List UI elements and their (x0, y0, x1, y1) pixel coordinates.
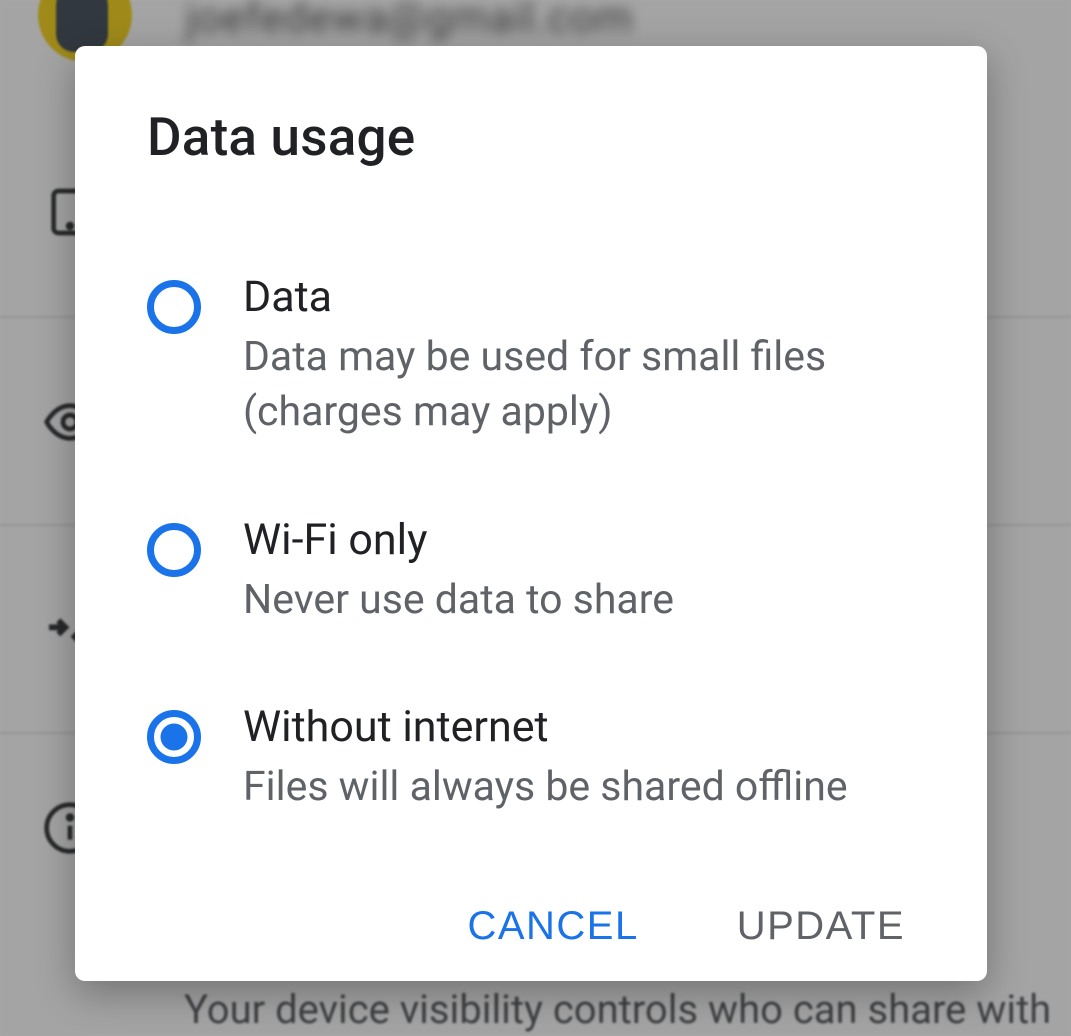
option-title: Data (243, 268, 915, 326)
cancel-button[interactable]: CANCEL (463, 896, 642, 957)
data-usage-dialog: Data usage Data Data may be used for sma… (75, 46, 987, 981)
radio-unchecked-icon (147, 280, 201, 334)
option-title: Without internet (243, 698, 915, 756)
option-wifi-only[interactable]: Wi-Fi only Never use data to share (147, 511, 915, 628)
dialog-title: Data usage (147, 106, 915, 168)
option-data[interactable]: Data Data may be used for small files (c… (147, 268, 915, 441)
options-list: Data Data may be used for small files (c… (147, 268, 915, 886)
option-title: Wi-Fi only (243, 511, 915, 569)
update-button[interactable]: UPDATE (733, 896, 909, 957)
radio-unchecked-icon (147, 523, 201, 577)
option-subtitle: Data may be used for small files (charge… (243, 330, 915, 441)
option-subtitle: Never use data to share (243, 573, 915, 628)
option-subtitle: Files will always be shared offline (243, 760, 915, 815)
radio-checked-icon (147, 710, 201, 764)
dialog-actions: CANCEL UPDATE (147, 886, 915, 957)
option-without-internet[interactable]: Without internet Files will always be sh… (147, 698, 915, 815)
